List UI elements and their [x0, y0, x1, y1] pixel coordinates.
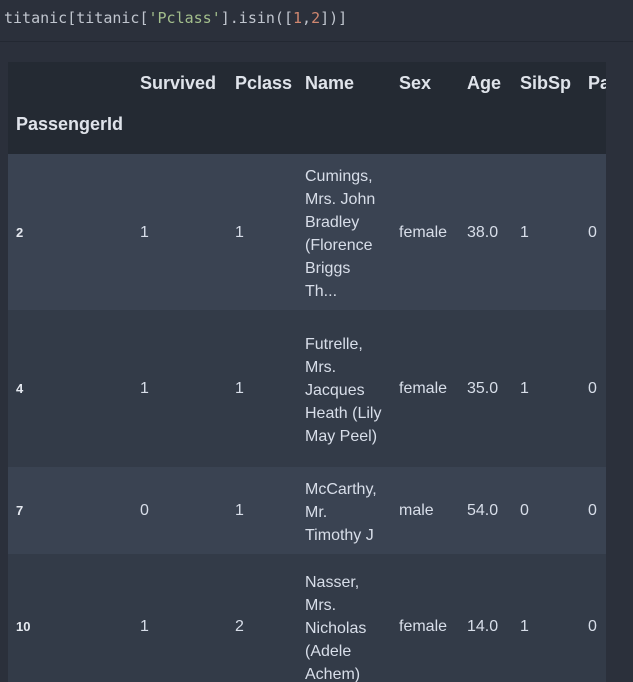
index-header-row: PassengerId — [8, 104, 606, 154]
code-string-token: 'Pclass' — [148, 9, 221, 27]
cell-sibsp: 1 — [520, 223, 529, 241]
row-index: 2 — [16, 224, 24, 240]
cell-age: 14.0 — [467, 617, 499, 635]
cell-survived: 0 — [140, 502, 149, 519]
table-row: 10 1 2 Nasser, Mrs. Nicholas (Adele Ache… — [8, 554, 606, 682]
code-token: ].isin([ — [220, 9, 293, 27]
dataframe-table: Survived Pclass Name Sex Age SibSp Pa Pa… — [8, 62, 606, 682]
row-index: 7 — [16, 503, 24, 518]
column-header-age: Age — [459, 62, 512, 104]
code-cell-input[interactable]: titanic[titanic['Pclass'].isin([1,2])] — [0, 0, 633, 42]
cell-name: Nasser, Mrs. Nicholas (Adele Achem) — [305, 573, 367, 682]
column-header-sibsp: SibSp — [512, 62, 580, 104]
column-header-sex: Sex — [391, 62, 459, 104]
cell-sibsp: 1 — [520, 617, 529, 635]
cell-sibsp: 0 — [520, 502, 529, 519]
cell-parch: 0 — [588, 502, 597, 519]
cell-sex: female — [399, 223, 448, 241]
code-token: ])] — [320, 9, 348, 27]
cell-pclass: 1 — [235, 502, 244, 519]
cell-sex: female — [399, 380, 448, 397]
column-header-row: Survived Pclass Name Sex Age SibSp Pa — [8, 62, 606, 104]
index-name-header: PassengerId — [8, 104, 132, 154]
column-header-parch: Pa — [580, 62, 606, 104]
cell-age: 54.0 — [467, 502, 499, 519]
cell-survived: 1 — [140, 617, 149, 635]
cell-parch: 0 — [588, 223, 597, 241]
row-index: 4 — [16, 381, 24, 396]
cell-survived: 1 — [140, 380, 149, 397]
cell-name: Futrelle, Mrs. Jacques Heath (Lily May P… — [305, 336, 382, 445]
row-index: 10 — [16, 618, 31, 634]
cell-parch: 0 — [588, 380, 597, 397]
column-header-name: Name — [297, 62, 391, 104]
cell-pclass: 1 — [235, 223, 244, 241]
cell-survived: 1 — [140, 223, 149, 241]
table-row: 2 1 1 Cumings, Mrs. John Bradley (Floren… — [8, 154, 606, 310]
code-token: , — [302, 9, 312, 27]
cell-output: Survived Pclass Name Sex Age SibSp Pa Pa… — [0, 42, 633, 682]
header-blank — [8, 62, 132, 104]
cell-age: 35.0 — [467, 380, 499, 397]
cell-sex: female — [399, 617, 448, 635]
cell-parch: 0 — [588, 617, 597, 635]
column-header-pclass: Pclass — [227, 62, 297, 104]
cell-pclass: 2 — [235, 617, 244, 635]
cell-name: Cumings, Mrs. John Bradley (Florence Bri… — [305, 168, 376, 300]
cell-pclass: 1 — [235, 380, 244, 397]
cell-sibsp: 1 — [520, 380, 529, 397]
cell-age: 38.0 — [467, 223, 499, 241]
code-number-token: 1 — [293, 9, 303, 27]
table-row: 7 0 1 McCarthy, Mr. Timothy J male 54.0 … — [8, 467, 606, 554]
cell-sex: male — [399, 502, 434, 519]
dataframe-container[interactable]: Survived Pclass Name Sex Age SibSp Pa Pa… — [8, 62, 606, 682]
table-row: 4 1 1 Futrelle, Mrs. Jacques Heath (Lily… — [8, 310, 606, 467]
column-header-survived: Survived — [132, 62, 227, 104]
cell-name: McCarthy, Mr. Timothy J — [305, 481, 377, 544]
code-number-token: 2 — [311, 9, 321, 27]
code-token: titanic[titanic[ — [4, 9, 149, 27]
